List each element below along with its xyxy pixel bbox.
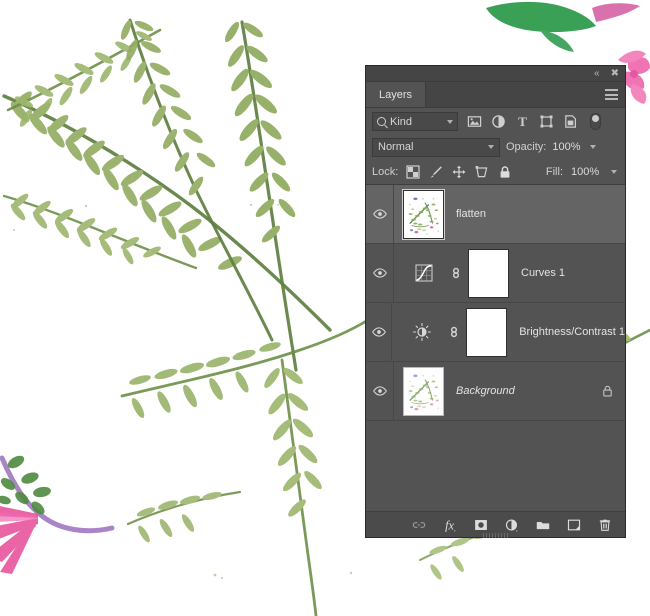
filter-type-icon[interactable]: T bbox=[515, 114, 530, 129]
new-adjustment-layer-button[interactable] bbox=[504, 517, 520, 533]
panel-titlebar: « ✖ bbox=[366, 66, 625, 82]
thumbnail-artwork bbox=[404, 190, 443, 238]
panel-menu-icon[interactable] bbox=[605, 89, 618, 100]
layer-visibility-toggle[interactable] bbox=[366, 303, 393, 361]
chevron-down-icon[interactable] bbox=[590, 145, 597, 149]
layer-mask-thumbnail[interactable] bbox=[468, 248, 509, 298]
panel-tab-row: Layers bbox=[366, 82, 625, 108]
layer-mask-link-icon[interactable] bbox=[450, 265, 462, 281]
add-layer-mask-button[interactable] bbox=[473, 517, 489, 533]
eye-icon bbox=[372, 209, 387, 219]
layer-name[interactable]: Background bbox=[456, 385, 515, 397]
adjustment-layer-icon-cell[interactable] bbox=[403, 263, 444, 283]
filter-adjustment-icon[interactable] bbox=[491, 114, 506, 129]
blend-mode-select[interactable]: Normal bbox=[372, 137, 500, 157]
lock-image-pixels-icon[interactable] bbox=[429, 165, 443, 179]
close-icon[interactable]: ✖ bbox=[611, 69, 619, 79]
double-chevron-left-icon[interactable]: « bbox=[594, 69, 600, 79]
eye-icon bbox=[372, 386, 387, 396]
filter-pixel-icon[interactable] bbox=[467, 114, 482, 129]
layer-visibility-toggle[interactable] bbox=[366, 244, 394, 302]
lock-position-icon[interactable] bbox=[452, 165, 466, 179]
layer-locked-icon bbox=[603, 385, 612, 397]
brightness-contrast-icon bbox=[412, 323, 431, 341]
table-row[interactable]: Background bbox=[366, 362, 625, 421]
lock-artboard-nesting-icon[interactable] bbox=[475, 165, 489, 179]
curves-adjustment-icon bbox=[414, 264, 433, 282]
table-row[interactable]: flatten bbox=[366, 185, 625, 244]
opacity-label: Opacity: bbox=[506, 141, 547, 153]
layer-style-fx-button[interactable]: fx bbox=[442, 517, 458, 533]
search-icon bbox=[377, 117, 386, 126]
chevron-down-icon[interactable] bbox=[447, 119, 453, 124]
eye-icon bbox=[371, 327, 386, 337]
layer-list: flatten Curves 1 Brightness/Contrast 1 B… bbox=[366, 185, 625, 421]
new-layer-button[interactable] bbox=[566, 517, 582, 533]
filter-enable-toggle[interactable] bbox=[590, 113, 601, 130]
blend-mode-value: Normal bbox=[378, 141, 414, 153]
new-group-button[interactable] bbox=[535, 517, 551, 533]
layer-name[interactable]: Brightness/Contrast 1 bbox=[519, 326, 625, 338]
svg-text:fx: fx bbox=[445, 518, 454, 532]
delete-layer-button[interactable] bbox=[597, 517, 613, 533]
blend-opacity-row: Normal Opacity: 100% bbox=[366, 135, 625, 159]
lock-transparent-pixels-icon[interactable] bbox=[406, 164, 420, 179]
layer-thumbnail[interactable] bbox=[403, 366, 444, 416]
filter-smart-object-icon[interactable] bbox=[563, 114, 578, 129]
chevron-down-icon[interactable] bbox=[611, 169, 617, 174]
table-row[interactable]: Curves 1 bbox=[366, 244, 625, 303]
fill-value[interactable]: 100% bbox=[571, 166, 603, 178]
filter-kind-select[interactable]: Kind bbox=[372, 112, 458, 131]
table-row[interactable]: Brightness/Contrast 1 bbox=[366, 303, 625, 362]
layer-mask-thumbnail[interactable] bbox=[466, 307, 508, 357]
layer-thumbnail[interactable] bbox=[402, 188, 445, 240]
layers-panel[interactable]: « ✖ Layers Kind T Normal Opacity: 100% L… bbox=[366, 66, 625, 538]
chevron-down-icon[interactable] bbox=[488, 145, 494, 149]
lock-all-icon[interactable] bbox=[498, 165, 512, 179]
layer-visibility-toggle[interactable] bbox=[366, 362, 394, 420]
layer-filter-row: Kind T bbox=[366, 108, 625, 135]
filter-kind-label: Kind bbox=[390, 115, 413, 128]
lock-label: Lock: bbox=[372, 165, 399, 178]
adjustment-layer-icon-cell[interactable] bbox=[401, 322, 442, 342]
link-layers-button[interactable] bbox=[411, 517, 427, 533]
layers-bottom-toolbar: fx bbox=[366, 511, 625, 538]
resize-grip[interactable] bbox=[482, 533, 509, 538]
tab-layers-label: Layers bbox=[379, 88, 413, 101]
layer-mask-link-icon[interactable] bbox=[448, 324, 460, 340]
filter-shape-icon[interactable] bbox=[539, 114, 554, 129]
fill-label: Fill: bbox=[545, 165, 563, 178]
layer-name[interactable]: Curves 1 bbox=[521, 267, 565, 279]
lock-row: Lock: Fill: 100% bbox=[366, 159, 625, 185]
tab-layers[interactable]: Layers bbox=[366, 82, 427, 107]
eye-icon bbox=[372, 268, 387, 278]
layer-name[interactable]: flatten bbox=[456, 208, 486, 220]
opacity-value[interactable]: 100% bbox=[552, 141, 584, 153]
svg-text:T: T bbox=[518, 114, 527, 129]
thumbnail-artwork bbox=[404, 367, 443, 415]
layer-visibility-toggle[interactable] bbox=[366, 185, 394, 243]
